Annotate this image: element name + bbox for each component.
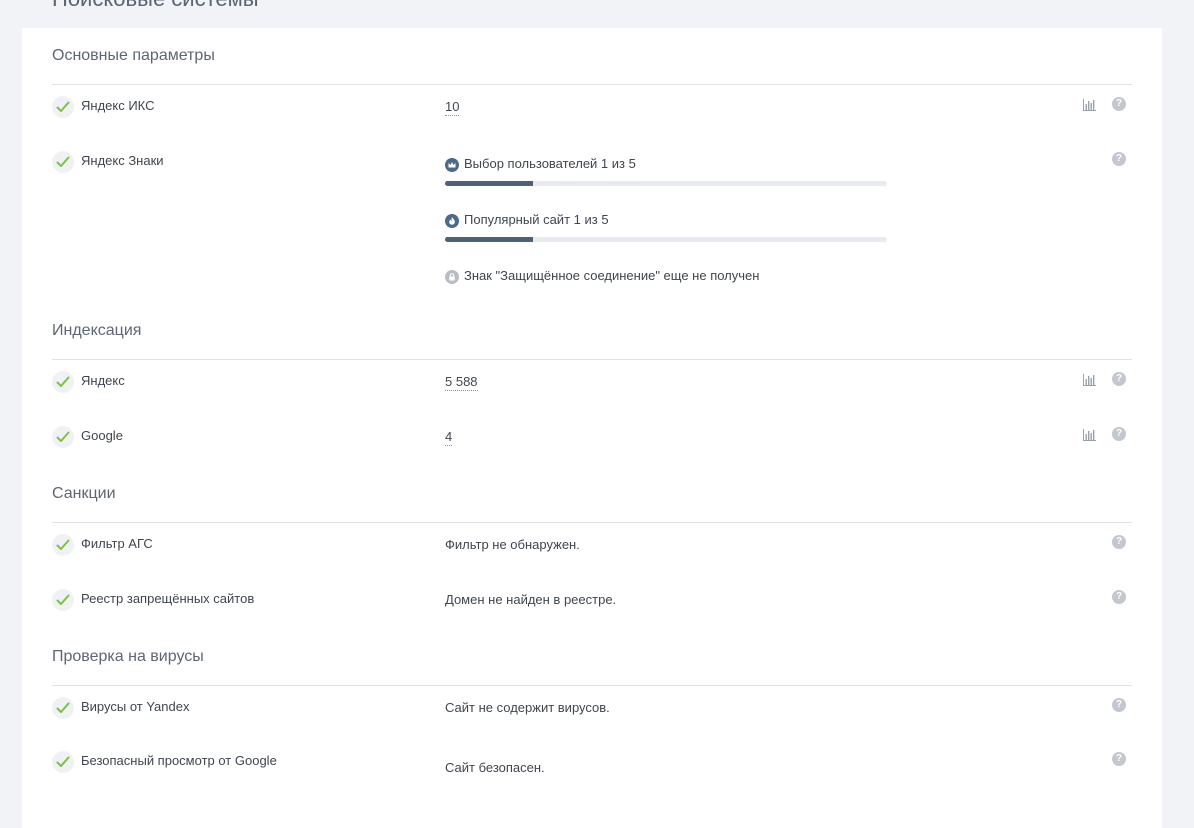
row-value: Домен не найден в реестре. <box>445 592 617 607</box>
help-icon[interactable]: ? <box>1112 372 1126 386</box>
row-label: Яндекс ИКС <box>81 98 155 113</box>
iks-value-link[interactable]: 10 <box>445 99 460 116</box>
help-icon[interactable]: ? <box>1112 590 1126 604</box>
check-icon <box>52 96 74 118</box>
section-sanctions: Санкции <box>52 482 1132 523</box>
check-icon <box>52 751 74 773</box>
flame-icon <box>445 214 459 228</box>
check-icon <box>52 589 74 611</box>
section-title: Проверка на вирусы <box>52 648 204 665</box>
progress-bar <box>445 181 887 186</box>
row-label: Google <box>81 428 123 443</box>
section-divider <box>52 522 1132 523</box>
section-virus-check: Проверка на вирусы <box>52 645 1132 686</box>
section-divider <box>52 685 1132 686</box>
section-divider <box>52 359 1132 360</box>
google-index-value-link[interactable]: 4 <box>445 429 453 446</box>
help-icon[interactable]: ? <box>1112 152 1126 166</box>
row-google-safe-browsing: Безопасный просмотр от Google Сайт безоп… <box>52 751 1132 775</box>
bar-chart-icon[interactable] <box>1083 373 1096 386</box>
check-icon <box>52 151 74 173</box>
help-icon[interactable]: ? <box>1112 535 1126 549</box>
crown-icon <box>445 158 459 172</box>
row-value: Фильтр не обнаружен. <box>445 537 580 552</box>
section-title: Индексация <box>52 322 142 339</box>
row-index-yandex: Яндекс 5 588 ? <box>52 371 1132 395</box>
section-title: Основные параметры <box>52 47 215 64</box>
check-icon <box>52 697 74 719</box>
badge-title: Знак "Защищённое соединение" еще не полу… <box>445 268 887 284</box>
section-divider <box>52 84 1132 85</box>
help-icon[interactable]: ? <box>1112 97 1126 111</box>
row-label: Яндекс Знаки <box>81 153 164 168</box>
badge-title: Выбор пользователей 1 из 5 <box>445 156 887 172</box>
check-icon <box>52 371 74 393</box>
section-title: Санкции <box>52 485 116 502</box>
row-index-google: Google 4 ? <box>52 426 1132 450</box>
help-icon[interactable]: ? <box>1112 698 1126 712</box>
search-engines-panel: Основные параметры Яндекс ИКС 10 ? Яндек… <box>22 28 1162 828</box>
help-icon[interactable]: ? <box>1112 752 1126 766</box>
progress-fill <box>445 237 534 242</box>
row-banned-registry: Реестр запрещённых сайтов Домен не найде… <box>52 589 1132 613</box>
row-yandex-viruses: Вирусы от Yandex Сайт не содержит вирусо… <box>52 697 1132 721</box>
badge-secure-connection: Знак "Защищённое соединение" еще не полу… <box>445 268 887 284</box>
lock-icon <box>445 270 459 284</box>
row-value: Сайт не содержит вирусов. <box>445 700 610 715</box>
page-title: Поисковые системы <box>52 0 259 12</box>
section-main-parameters: Основные параметры <box>52 44 1132 85</box>
row-label: Яндекс <box>81 373 125 388</box>
row-label: Безопасный просмотр от Google <box>81 753 277 768</box>
row-ags-filter: Фильтр АГС Фильтр не обнаружен. ? <box>52 534 1132 558</box>
row-label: Вирусы от Yandex <box>81 699 190 714</box>
badge-title: Популярный сайт 1 из 5 <box>445 212 887 228</box>
progress-bar <box>445 237 887 242</box>
badge-popular-site: Популярный сайт 1 из 5 <box>445 212 887 242</box>
badge-text: Популярный сайт 1 из 5 <box>464 212 609 227</box>
row-value: Сайт безопасен. <box>445 760 545 775</box>
bar-chart-icon[interactable] <box>1083 98 1096 111</box>
section-indexing: Индексация <box>52 319 1132 360</box>
row-yandex-iks: Яндекс ИКС 10 ? <box>52 96 1132 120</box>
progress-fill <box>445 181 534 186</box>
badge-users-choice: Выбор пользователей 1 из 5 <box>445 156 887 186</box>
badge-text: Выбор пользователей 1 из 5 <box>464 156 636 171</box>
row-label: Реестр запрещённых сайтов <box>81 591 255 606</box>
badge-text: Знак "Защищённое соединение" еще не полу… <box>464 268 760 283</box>
row-label: Фильтр АГС <box>81 536 153 551</box>
help-icon[interactable]: ? <box>1112 427 1126 441</box>
bar-chart-icon[interactable] <box>1083 428 1096 441</box>
check-icon <box>52 534 74 556</box>
yandex-index-value-link[interactable]: 5 588 <box>445 374 478 391</box>
check-icon <box>52 426 74 448</box>
